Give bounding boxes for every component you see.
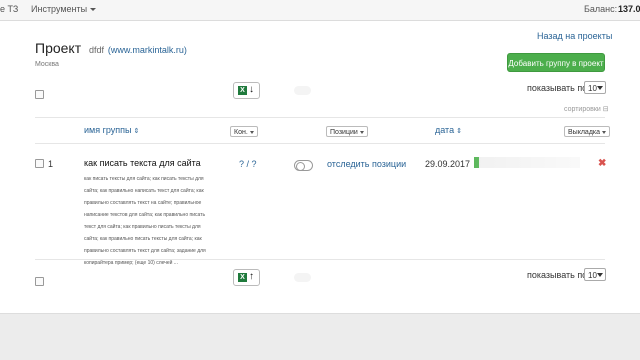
date-header-label: дата	[435, 125, 455, 135]
unload-label: Выкладка	[568, 129, 601, 136]
sort-icon: ⇕	[456, 128, 462, 135]
unload-progress-bar	[474, 157, 580, 168]
toggle-knob	[296, 162, 305, 171]
competitors-label: Кон.	[234, 129, 248, 136]
group-name[interactable]: как писать текста для сайта	[84, 158, 201, 168]
add-group-button[interactable]: Добавить группу в проект	[507, 53, 605, 72]
per-page-select[interactable]: 10	[584, 81, 606, 94]
sort-label: сортировки	[564, 106, 601, 113]
page-title: Проект dfdf (www.markintalk.ru)	[35, 40, 187, 56]
project-city: Москва	[35, 61, 59, 68]
group-name-header-label: имя группы	[84, 125, 132, 135]
excel-upload-button[interactable]: X ↑	[233, 269, 260, 286]
project-title: Проект	[35, 40, 82, 56]
competitors-select[interactable]: Кон.	[230, 126, 258, 137]
chevron-down-icon	[359, 130, 364, 134]
toggle-placeholder	[294, 273, 311, 282]
per-page-value: 10	[588, 271, 597, 280]
row-date: 29.09.2017	[425, 159, 471, 169]
back-to-projects-link[interactable]: Назад на проекты	[537, 31, 612, 41]
positions-label: Позиции	[330, 129, 358, 136]
excel-icon: X	[238, 273, 247, 282]
sort-icon: ⇕	[133, 128, 140, 135]
chevron-down-icon	[602, 130, 607, 134]
balance-label: Баланс:	[584, 4, 618, 14]
top-bar: е ТЗ Инструменты Баланс: 137.0	[0, 0, 640, 21]
per-page-label: показывать по	[527, 83, 588, 93]
nav-item-tz[interactable]: е ТЗ	[0, 4, 18, 14]
unload-select[interactable]: Выкладка	[564, 126, 611, 137]
balance-value: 137.0	[618, 4, 640, 14]
column-header-date[interactable]: дата ⇕	[435, 125, 462, 135]
chevron-down-icon	[90, 8, 97, 12]
project-subtitle: dfdf	[89, 45, 105, 55]
chevron-down-icon	[249, 130, 254, 134]
group-keywords: как писать тексты для сайта; как писать …	[84, 176, 206, 266]
per-page-select-bottom[interactable]: 10	[584, 268, 606, 281]
chevron-down-icon	[597, 86, 603, 90]
project-site-link[interactable]: (www.markintalk.ru)	[108, 45, 187, 55]
select-all-checkbox[interactable]	[35, 90, 44, 99]
toggle-placeholder	[294, 86, 311, 95]
excel-icon: X	[238, 86, 247, 95]
arrow-up-icon: ↑	[249, 271, 254, 282]
delete-icon[interactable]: ✖	[598, 158, 606, 169]
divider	[35, 117, 605, 118]
per-page-value: 10	[588, 84, 597, 93]
excel-download-button[interactable]: X ↓	[233, 82, 260, 99]
positions-select[interactable]: Позиции	[326, 126, 368, 137]
nav-item-tools[interactable]: Инструменты	[31, 4, 97, 14]
competitors-ratio-link[interactable]: ? / ?	[239, 159, 257, 169]
arrow-down-icon: ↓	[249, 84, 254, 95]
column-header-group-name[interactable]: имя группы ⇕	[84, 125, 139, 135]
divider	[35, 259, 605, 260]
per-page-label-bottom: показывать по	[527, 270, 588, 280]
sort-reset[interactable]: сортировки ⊟	[564, 105, 609, 113]
track-positions-link[interactable]: отследить позиции	[327, 159, 406, 169]
tracking-toggle[interactable]	[294, 160, 313, 171]
nav-tools-label: Инструменты	[31, 4, 88, 14]
divider	[35, 143, 605, 144]
row-number: 1	[48, 159, 54, 169]
select-all-bottom-checkbox[interactable]	[35, 277, 44, 286]
progress-fade	[474, 157, 580, 168]
chevron-down-icon	[597, 273, 603, 277]
row-checkbox[interactable]	[35, 159, 44, 168]
